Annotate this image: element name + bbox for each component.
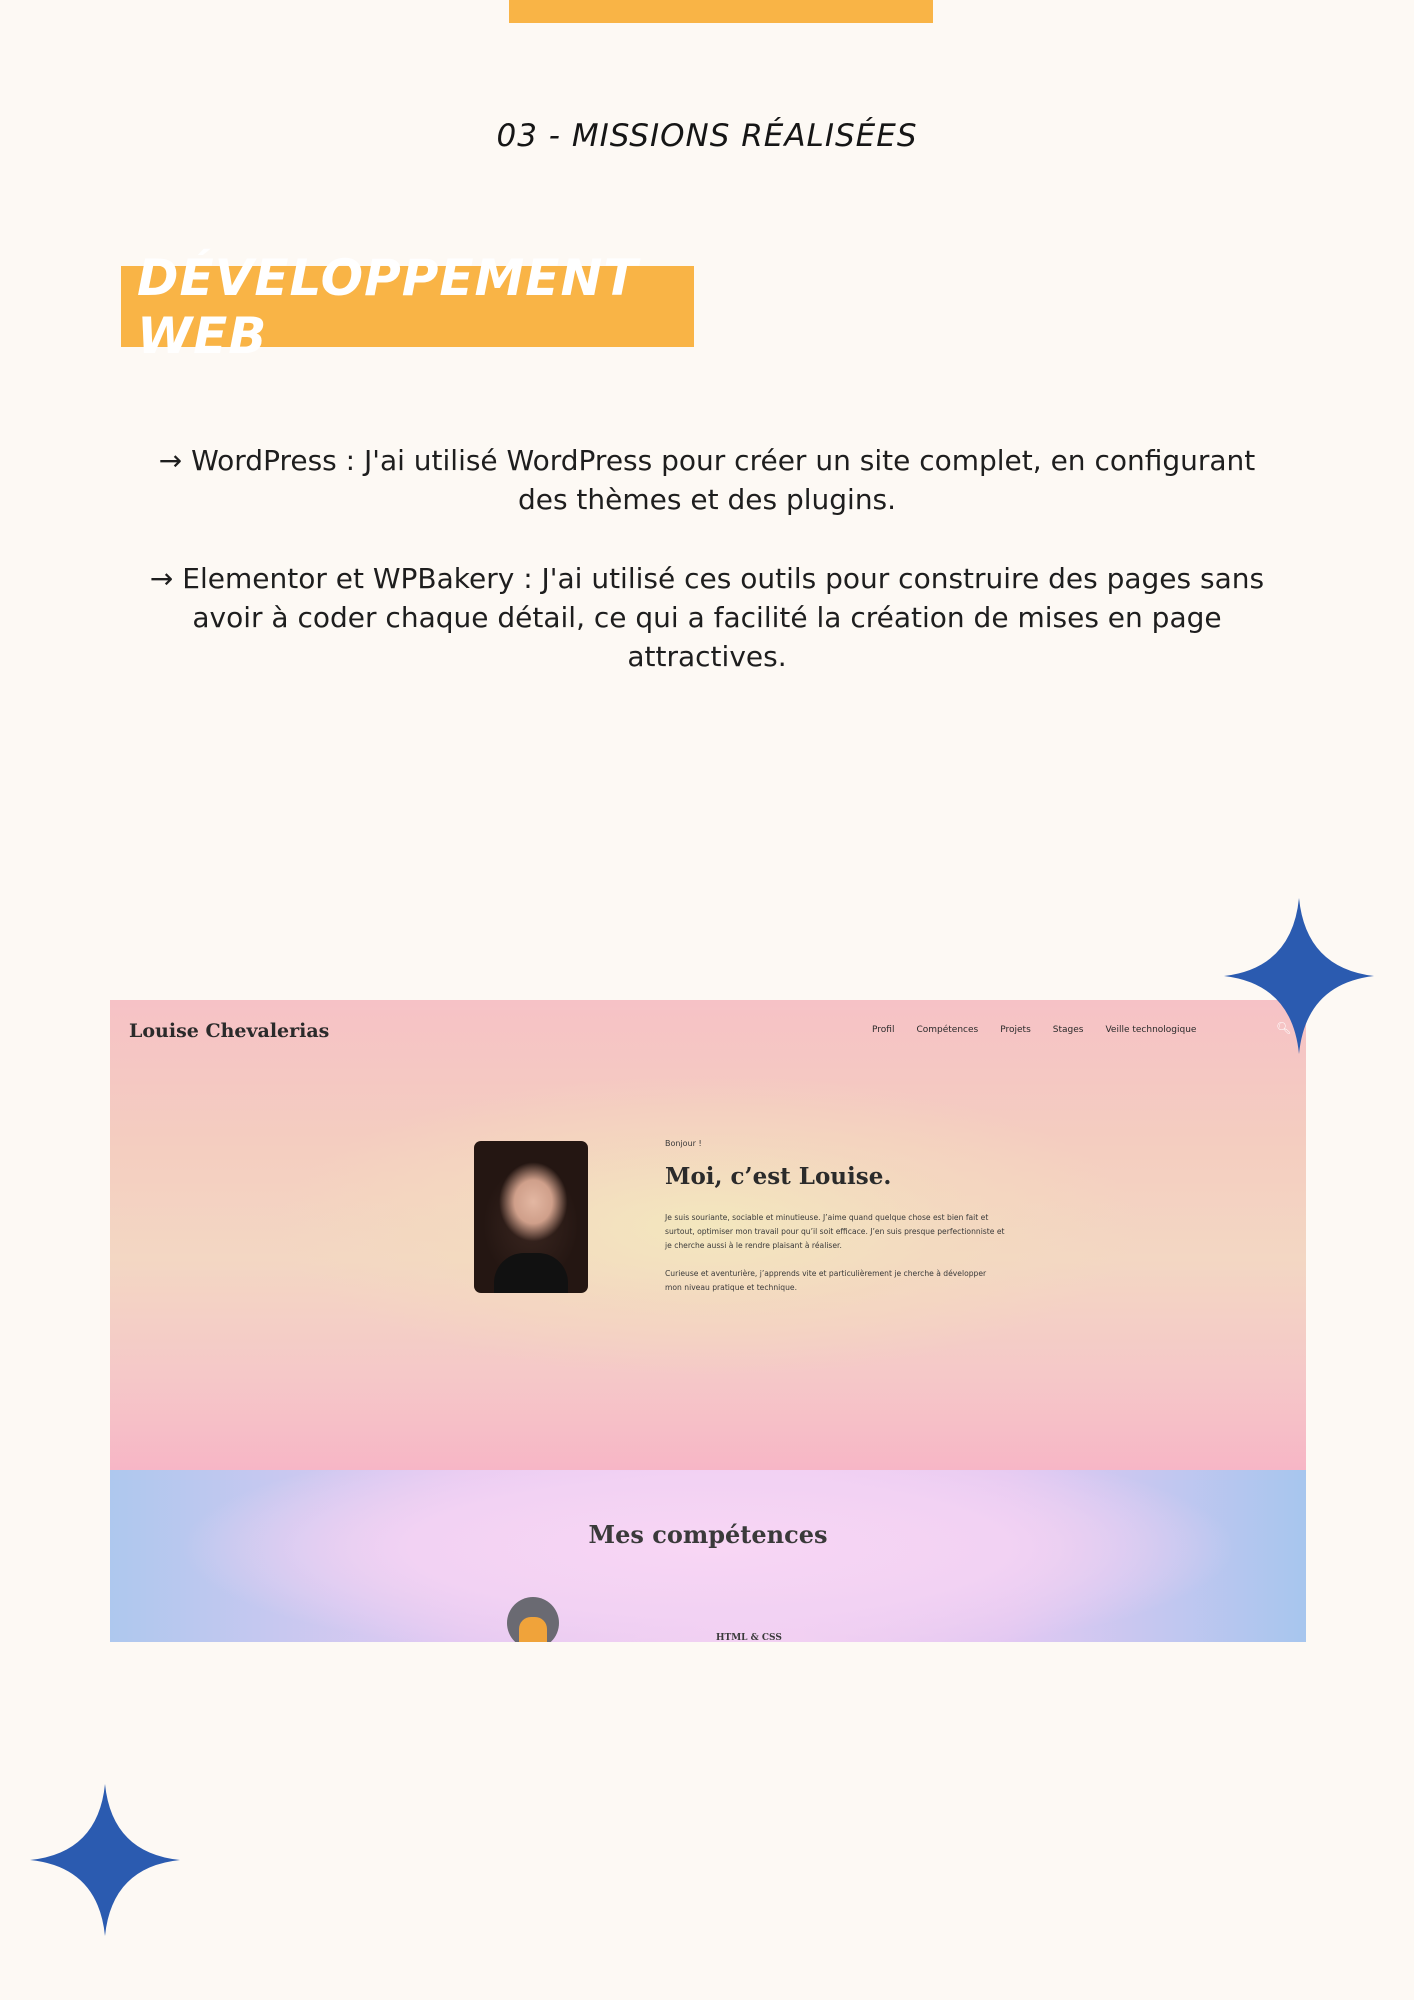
section-number: 03 - MISSIONS RÉALISÉES <box>496 118 918 154</box>
skills-section: Mes compétences HTML & CSS <box>110 1470 1306 1642</box>
section-title-banner: DÉVELOPPEMENT WEB <box>121 249 694 365</box>
website-screenshot: Louise Chevalerias Profil Compétences Pr… <box>110 1000 1306 1642</box>
nav-item-projets[interactable]: Projets <box>1000 1025 1031 1035</box>
site-nav: Profil Compétences Projets Stages Veille… <box>872 1025 1218 1035</box>
hero-section: Louise Chevalerias Profil Compétences Pr… <box>110 1000 1306 1470</box>
sparkle-star-icon-bottom <box>30 1784 180 1936</box>
intro-paragraph-1: Je suis souriante, sociable et minutieus… <box>665 1213 1005 1250</box>
nav-item-veille[interactable]: Veille technologique <box>1105 1025 1196 1035</box>
intro-paragraph-2: Curieuse et aventurière, j’apprends vite… <box>665 1269 987 1292</box>
skills-title: Mes compétences <box>588 1520 828 1549</box>
nav-item-competences[interactable]: Compétences <box>916 1025 978 1035</box>
site-logo: Louise Chevalerias <box>129 1020 330 1042</box>
hero-heading: Moi, c’est Louise. <box>665 1163 892 1190</box>
nav-item-profil[interactable]: Profil <box>872 1025 894 1035</box>
nav-item-stages[interactable]: Stages <box>1053 1025 1084 1035</box>
skill-label: HTML & CSS <box>716 1633 782 1642</box>
top-accent-bar <box>509 0 933 23</box>
paragraph-elementor: → Elementor et WPBakery : J'ai utilisé c… <box>149 562 1265 673</box>
sparkle-star-icon <box>1224 898 1374 1054</box>
avatar-icon <box>507 1597 559 1642</box>
paragraph-wordpress: → WordPress : J'ai utilisé WordPress pou… <box>158 444 1256 516</box>
section-title: DÉVELOPPEMENT WEB <box>137 248 639 365</box>
greeting-text: Bonjour ! <box>665 1139 702 1148</box>
mission-description: → WordPress : J'ai utilisé WordPress pou… <box>140 441 1274 716</box>
profile-photo <box>474 1141 588 1293</box>
